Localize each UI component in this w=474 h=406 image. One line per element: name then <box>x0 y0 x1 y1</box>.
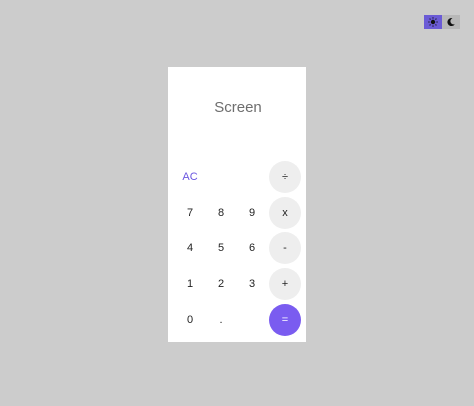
calculator-screen: Screen <box>168 67 306 147</box>
digit-1-button[interactable]: 1 <box>174 268 206 300</box>
multiply-button[interactable]: x <box>269 197 301 229</box>
divide-button[interactable]: ÷ <box>269 161 301 193</box>
light-theme-button[interactable] <box>424 15 442 29</box>
screen-text: Screen <box>214 99 262 116</box>
add-button[interactable]: + <box>269 268 301 300</box>
digit-2-button[interactable]: 2 <box>205 268 237 300</box>
decimal-button[interactable]: . <box>205 304 237 336</box>
digit-3-button[interactable]: 3 <box>236 268 268 300</box>
calculator: Screen AC ÷ 7 8 9 x 4 5 6 - 1 2 3 + 0 . … <box>168 67 306 342</box>
sun-icon <box>428 17 438 27</box>
digit-6-button[interactable]: 6 <box>236 232 268 264</box>
equals-button[interactable]: = <box>269 304 301 336</box>
digit-4-button[interactable]: 4 <box>174 232 206 264</box>
subtract-button[interactable]: - <box>269 232 301 264</box>
dark-theme-button[interactable] <box>442 15 460 29</box>
digit-9-button[interactable]: 9 <box>236 197 268 229</box>
moon-icon <box>447 18 455 27</box>
clear-button[interactable]: AC <box>174 161 206 193</box>
digit-8-button[interactable]: 8 <box>205 197 237 229</box>
digit-7-button[interactable]: 7 <box>174 197 206 229</box>
theme-toggle[interactable] <box>424 15 460 29</box>
digit-0-button[interactable]: 0 <box>174 304 206 336</box>
digit-5-button[interactable]: 5 <box>205 232 237 264</box>
